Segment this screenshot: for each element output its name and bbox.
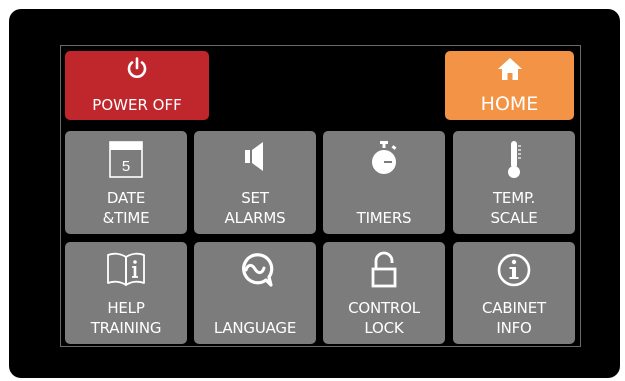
date-time-label: DATE &TIME: [102, 189, 150, 227]
home-button[interactable]: HOME: [445, 51, 574, 120]
timers-button[interactable]: TIMERS: [323, 131, 445, 234]
thermometer-icon: [508, 141, 521, 178]
cabinet-info-button[interactable]: CABINET INFO: [453, 242, 575, 344]
power-off-label: POWER OFF: [92, 96, 182, 114]
calendar-icon: 5: [109, 141, 143, 178]
calendar-day: 5: [122, 158, 130, 175]
home-icon: [497, 58, 522, 80]
temp-scale-label: TEMP. SCALE: [490, 189, 538, 227]
timers-label: TIMERS: [356, 209, 412, 227]
control-lock-button[interactable]: CONTROL LOCK: [323, 242, 445, 344]
power-icon: [127, 57, 147, 78]
unlock-icon: [371, 251, 397, 288]
info-icon: [497, 253, 531, 287]
set-alarms-button[interactable]: SET ALARMS: [194, 131, 316, 234]
speaker-icon: [245, 142, 263, 171]
language-label: LANGUAGE: [213, 319, 297, 337]
help-training-label: HELP TRAINING: [90, 299, 162, 337]
control-lock-label: CONTROL LOCK: [348, 299, 420, 337]
date-time-button[interactable]: 5 DATE &TIME: [65, 131, 187, 234]
set-alarms-label: SET ALARMS: [224, 189, 286, 227]
cabinet-info-label: CABINET INFO: [482, 299, 546, 337]
stopwatch-icon: [372, 141, 397, 174]
language-bubble-icon: [242, 253, 274, 287]
power-off-button[interactable]: POWER OFF: [65, 51, 209, 120]
help-training-button[interactable]: HELP TRAINING: [65, 242, 187, 344]
language-button[interactable]: LANGUAGE: [194, 242, 316, 344]
home-label: HOME: [480, 93, 539, 115]
book-info-icon: [107, 252, 145, 286]
temp-scale-button[interactable]: TEMP. SCALE: [453, 131, 575, 234]
